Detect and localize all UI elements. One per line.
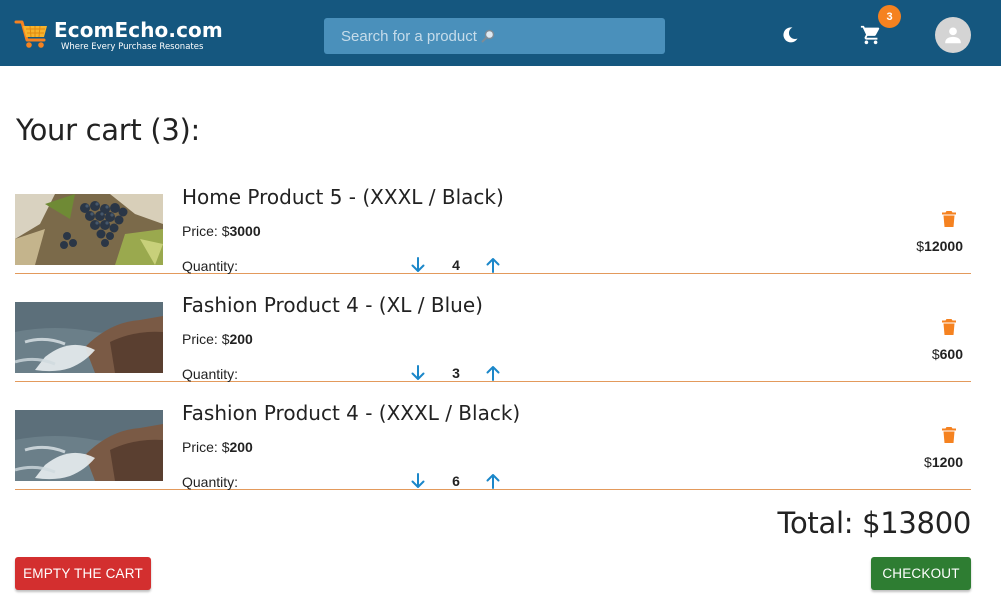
decrease-quantity-arrow-icon[interactable]: [411, 256, 425, 274]
search-placeholder: Search for a product: [341, 27, 477, 45]
product-price: Price: $200: [182, 331, 253, 347]
user-avatar[interactable]: [935, 17, 971, 53]
product-price: Price: $3000: [182, 223, 261, 239]
product-name[interactable]: Fashion Product 4 - (XXXL / Black): [182, 400, 520, 426]
app-bar: EcomEcho.com Where Every Purchase Resona…: [0, 0, 1001, 66]
empty-cart-button[interactable]: EMPTY THE CART: [15, 557, 151, 590]
product-name[interactable]: Fashion Product 4 - (XL / Blue): [182, 292, 483, 318]
product-image-sea-rocks[interactable]: [15, 410, 163, 481]
cart-item: Fashion Product 4 - (XL / Blue) Price: $…: [15, 292, 971, 382]
product-image-sea-rocks[interactable]: [15, 302, 163, 373]
search-icon: [481, 29, 495, 43]
increase-quantity-arrow-icon[interactable]: [486, 256, 500, 274]
shopping-cart-logo-icon[interactable]: [14, 16, 50, 52]
quantity-value: 4: [452, 257, 460, 273]
cart-icon[interactable]: [860, 24, 882, 46]
decrease-quantity-arrow-icon[interactable]: [411, 364, 425, 382]
cart-total: Total: $13800: [777, 506, 971, 540]
increase-quantity-arrow-icon[interactable]: [486, 472, 500, 490]
search-input[interactable]: Search for a product: [324, 18, 665, 54]
quantity-label: Quantity:: [182, 258, 239, 274]
product-name[interactable]: Home Product 5 - (XXXL / Black): [182, 184, 504, 210]
cart-count-badge: 3: [878, 5, 901, 28]
delete-trash-icon[interactable]: [941, 318, 957, 336]
item-subtotal: $600: [931, 346, 963, 362]
brand-name[interactable]: EcomEcho.com: [54, 19, 223, 41]
quantity-label: Quantity:: [182, 366, 239, 382]
item-subtotal: $12000: [916, 238, 963, 254]
product-image-grapes[interactable]: [15, 194, 163, 265]
cart-title: Your cart (3):: [16, 113, 201, 147]
increase-quantity-arrow-icon[interactable]: [486, 364, 500, 382]
delete-trash-icon[interactable]: [941, 426, 957, 444]
dark-mode-moon-icon[interactable]: [780, 25, 800, 45]
product-price: Price: $200: [182, 439, 253, 455]
person-icon: [945, 27, 961, 44]
cart-item: Fashion Product 4 - (XXXL / Black) Price…: [15, 400, 971, 490]
quantity-label: Quantity:: [182, 474, 239, 490]
quantity-value: 6: [452, 473, 460, 489]
item-subtotal: $1200: [924, 454, 963, 470]
decrease-quantity-arrow-icon[interactable]: [411, 472, 425, 490]
checkout-button[interactable]: CHECKOUT: [871, 557, 971, 590]
brand-tagline: Where Every Purchase Resonates: [61, 42, 204, 52]
cart-item: Home Product 5 - (XXXL / Black) Price: $…: [15, 184, 971, 274]
quantity-value: 3: [452, 365, 460, 381]
delete-trash-icon[interactable]: [941, 210, 957, 228]
